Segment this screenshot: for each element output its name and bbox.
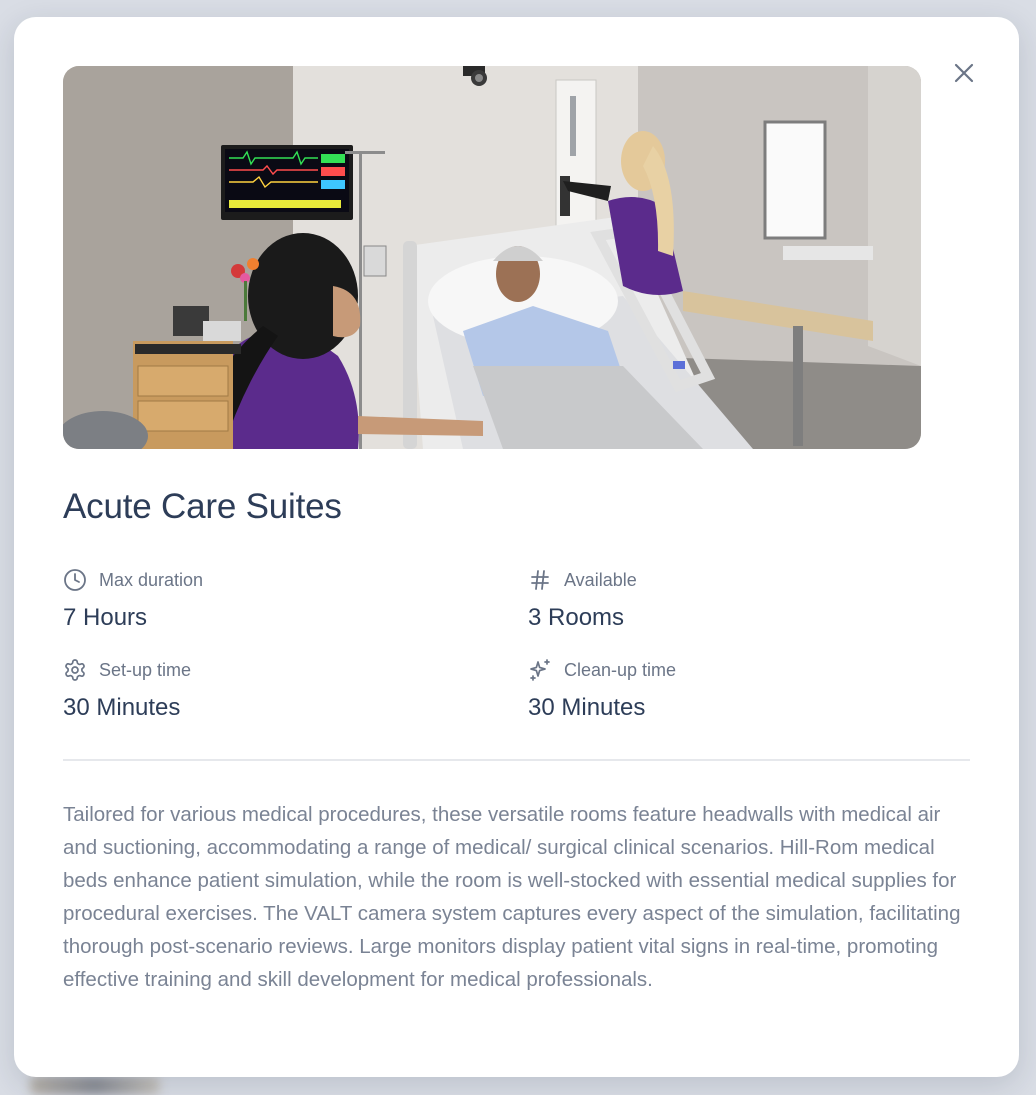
- stat-available: Available 3 Rooms: [528, 568, 928, 632]
- stat-setup-time: Set-up time 30 Minutes: [63, 658, 463, 722]
- sparkles-icon: [530, 659, 550, 681]
- stat-max-duration: Max duration 7 Hours: [63, 568, 463, 632]
- divider: [63, 759, 970, 761]
- close-icon: [954, 63, 974, 83]
- hash-icon: [531, 570, 549, 590]
- stat-value: 30 Minutes: [63, 694, 181, 721]
- room-description: Tailored for various medical procedures,…: [63, 803, 961, 991]
- stat-label: Clean-up time: [564, 659, 677, 680]
- stat-label: Available: [564, 569, 637, 590]
- stat-label: Set-up time: [99, 659, 192, 680]
- room-detail-modal: Acute Care Suites Max duration 7 Hours A…: [14, 17, 1019, 1077]
- stat-cleanup-time: Clean-up time 30 Minutes: [528, 658, 928, 722]
- room-photo: [63, 66, 921, 449]
- stat-value: 3 Rooms: [528, 604, 625, 631]
- stat-label: Max duration: [99, 569, 204, 590]
- gear-icon: [65, 659, 85, 681]
- room-title: Acute Care Suites: [63, 487, 342, 526]
- close-button[interactable]: [948, 57, 980, 89]
- stat-value: 30 Minutes: [528, 694, 646, 721]
- background-content: [30, 1076, 160, 1095]
- clock-icon: [64, 569, 86, 591]
- stat-value: 7 Hours: [63, 604, 148, 631]
